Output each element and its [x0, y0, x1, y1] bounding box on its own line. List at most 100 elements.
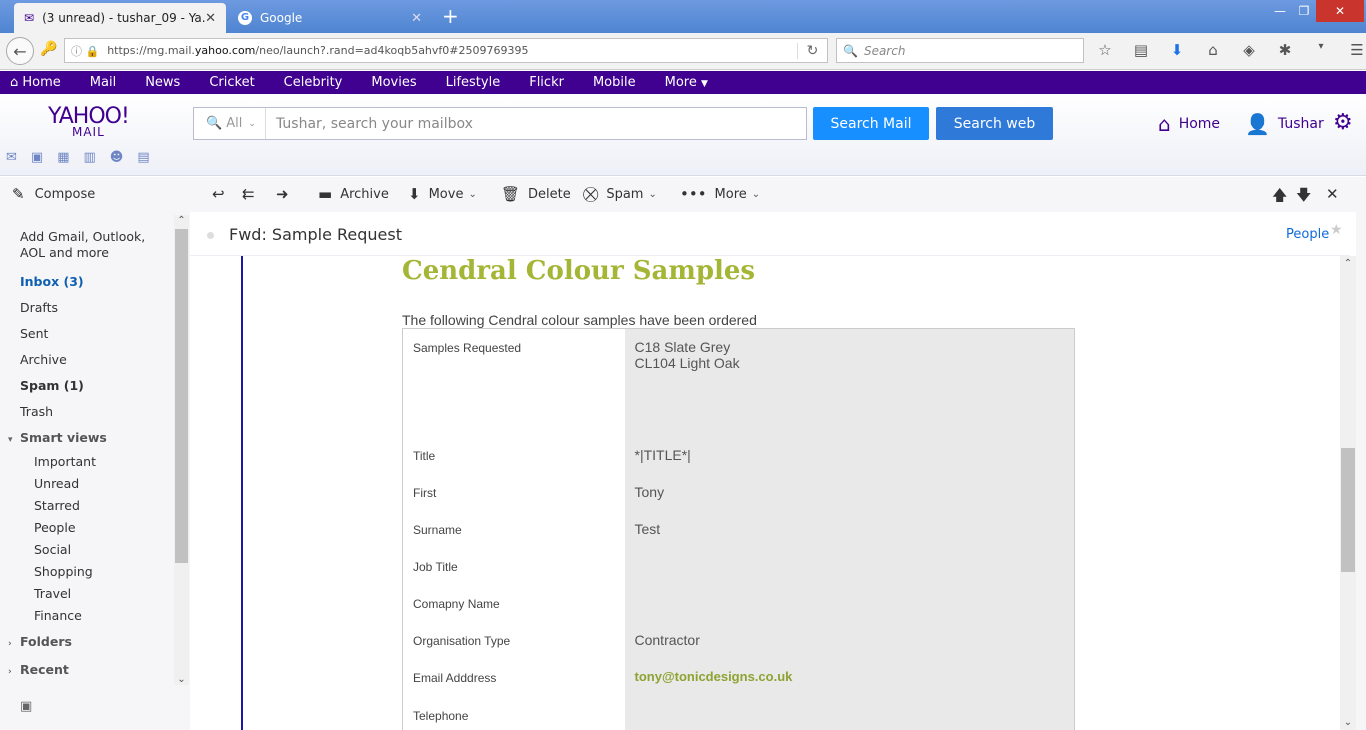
- move-button[interactable]: ⬇ Move ⌄: [408, 185, 477, 203]
- field-value: [624, 696, 1075, 730]
- reply-button[interactable]: ↩: [212, 185, 233, 203]
- search-scope-dropdown[interactable]: 🔍 All ⌄: [194, 108, 266, 139]
- smart-view-finance[interactable]: Finance: [0, 605, 174, 627]
- scroll-up-icon[interactable]: ⌃: [174, 215, 189, 226]
- image-icon[interactable]: ▣: [20, 699, 32, 714]
- calendar-icon[interactable]: ▦: [57, 150, 69, 165]
- restore-icon[interactable]: ❐: [1294, 0, 1314, 22]
- reload-icon[interactable]: ↻: [797, 42, 827, 59]
- table-row: Title *|TITLE*|: [402, 436, 1075, 474]
- field-label: Title: [402, 436, 625, 474]
- previous-message-button[interactable]: 🡅: [1272, 185, 1295, 210]
- archive-button[interactable]: ▬ Archive: [318, 185, 389, 203]
- newsfeed-icon[interactable]: ▤: [137, 150, 149, 165]
- header-home-link[interactable]: ⌂ Home: [1158, 112, 1220, 136]
- close-icon: ✕: [1326, 185, 1339, 203]
- minimize-icon[interactable]: —: [1270, 0, 1290, 22]
- smart-view-important[interactable]: Important: [0, 451, 174, 473]
- nav-news[interactable]: News: [145, 75, 180, 90]
- people-link[interactable]: People: [1286, 227, 1329, 242]
- chevron-down-icon: ⌄: [751, 188, 761, 200]
- browser-search-input[interactable]: 🔍 Search: [836, 38, 1084, 63]
- gear-icon[interactable]: ⚙: [1333, 110, 1353, 135]
- nav-flickr[interactable]: Flickr: [529, 75, 564, 90]
- chevron-right-icon: ›: [8, 667, 12, 677]
- smart-view-travel[interactable]: Travel: [0, 583, 174, 605]
- reply-all-button[interactable]: ⇇: [242, 185, 263, 203]
- more-button[interactable]: ••• More ⌄: [680, 185, 760, 203]
- smart-view-people[interactable]: People: [0, 517, 174, 539]
- nav-celebrity[interactable]: Celebrity: [284, 75, 343, 90]
- download-icon[interactable]: ⬇: [1166, 41, 1188, 59]
- sidebar-scroll-thumb[interactable]: [175, 229, 188, 563]
- new-tab-icon[interactable]: +: [442, 4, 459, 28]
- bookmark-star-icon[interactable]: ☆: [1094, 41, 1116, 59]
- back-button[interactable]: ←: [6, 37, 34, 65]
- nav-home[interactable]: ⌂ Home: [10, 75, 61, 90]
- folder-inbox[interactable]: Inbox (3): [0, 269, 174, 295]
- smart-view-unread[interactable]: Unread: [0, 473, 174, 495]
- nav-more[interactable]: More ▼: [665, 75, 708, 90]
- sidebar-scrollbar[interactable]: ⌃ ⌄: [174, 215, 189, 685]
- folder-archive[interactable]: Archive: [0, 347, 174, 373]
- email-link[interactable]: tony@tonicdesigns.co.uk: [624, 658, 1075, 697]
- table-row: Job Title: [402, 547, 1075, 585]
- compose-button[interactable]: ✎ Compose: [12, 185, 95, 203]
- scroll-up-icon[interactable]: ⌃: [1340, 258, 1356, 269]
- smart-view-shopping[interactable]: Shopping: [0, 561, 174, 583]
- yahoo-mail-logo[interactable]: YAHOO! MAIL: [48, 104, 130, 139]
- field-value: [624, 547, 1075, 585]
- star-icon[interactable]: ★: [1330, 222, 1343, 238]
- close-tab-icon[interactable]: ✕: [411, 11, 422, 26]
- folders-toggle[interactable]: › Folders: [0, 629, 174, 655]
- message-scroll-thumb[interactable]: [1341, 448, 1355, 572]
- close-tab-icon[interactable]: ✕: [205, 11, 216, 26]
- close-message-button[interactable]: ✕: [1326, 185, 1347, 203]
- home-icon[interactable]: ⌂: [1202, 41, 1224, 59]
- site-info-icon[interactable]: ⓘ 🔒: [71, 43, 99, 59]
- menu-icon[interactable]: ☰: [1346, 41, 1366, 59]
- folder-trash[interactable]: Trash: [0, 399, 174, 425]
- notepad-icon[interactable]: ▥: [84, 150, 96, 165]
- dropdown-icon[interactable]: ▾: [1310, 41, 1332, 59]
- scroll-down-icon[interactable]: ⌄: [174, 674, 189, 685]
- contacts-icon[interactable]: ▣: [31, 150, 43, 165]
- mail-search-box[interactable]: 🔍 All ⌄ Tushar, search your mailbox: [193, 107, 807, 140]
- next-message-button[interactable]: 🡇: [1296, 185, 1319, 210]
- search-mail-button[interactable]: Search Mail: [813, 107, 929, 140]
- mail-search-input[interactable]: Tushar, search your mailbox: [266, 116, 473, 132]
- table-row: Email Adddress tony@tonicdesigns.co.uk: [402, 658, 1075, 697]
- forward-button[interactable]: ➜: [276, 185, 297, 203]
- nav-movies[interactable]: Movies: [371, 75, 416, 90]
- extension-icon[interactable]: ✱: [1274, 41, 1296, 59]
- smart-views-toggle[interactable]: ▾ Smart views: [0, 425, 174, 451]
- read-status-dot[interactable]: [207, 232, 214, 239]
- messenger-icon[interactable]: ☻: [110, 150, 124, 165]
- add-accounts-link[interactable]: Add Gmail, Outlook, AOL and more: [0, 229, 174, 269]
- tab-yahoo-mail[interactable]: ✉ (3 unread) - tushar_09 - Ya... ✕: [14, 3, 226, 33]
- header-user-link[interactable]: 👤 Tushar: [1245, 112, 1324, 136]
- scroll-down-icon[interactable]: ⌄: [1340, 717, 1356, 728]
- nav-mail[interactable]: Mail: [90, 75, 116, 90]
- recent-toggle[interactable]: › Recent: [0, 657, 174, 683]
- message-scrollbar[interactable]: ⌃ ⌄: [1340, 256, 1356, 730]
- delete-button[interactable]: 🗑 Delete: [501, 185, 571, 203]
- reading-list-icon[interactable]: ▤: [1130, 41, 1152, 59]
- spam-button[interactable]: ⛒ Spam ⌄: [583, 185, 657, 203]
- mail-icon[interactable]: ✉: [6, 150, 17, 165]
- smart-view-social[interactable]: Social: [0, 539, 174, 561]
- forward-icon[interactable]: 🔑: [40, 41, 57, 57]
- smart-view-starred[interactable]: Starred: [0, 495, 174, 517]
- tab-google[interactable]: G Google ✕: [228, 3, 432, 33]
- search-web-button[interactable]: Search web: [936, 107, 1053, 140]
- folder-sent[interactable]: Sent: [0, 321, 174, 347]
- pocket-icon[interactable]: ◈: [1238, 41, 1260, 59]
- folder-spam[interactable]: Spam (1): [0, 373, 174, 399]
- nav-lifestyle[interactable]: Lifestyle: [446, 75, 501, 90]
- window-close-icon[interactable]: ✕: [1316, 0, 1364, 22]
- nav-cricket[interactable]: Cricket: [209, 75, 254, 90]
- url-bar[interactable]: ⓘ 🔒 https://mg.mail.yahoo.com/neo/launch…: [64, 38, 828, 63]
- nav-mobile[interactable]: Mobile: [593, 75, 636, 90]
- folder-drafts[interactable]: Drafts: [0, 295, 174, 321]
- pencil-icon: ✎: [12, 185, 25, 203]
